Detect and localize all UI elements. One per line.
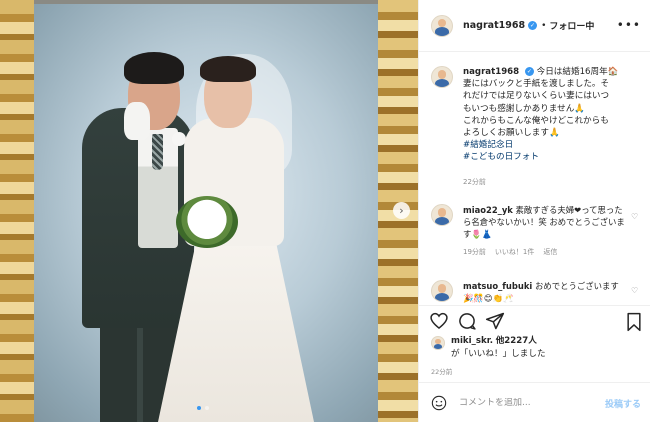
caption-line: もいつも感謝しかありません🙏 (463, 103, 585, 114)
hashtag-link[interactable]: #結婚記念日 (463, 139, 641, 151)
carousel-dot (205, 406, 209, 410)
comment-avatar[interactable] (431, 280, 453, 302)
post-header: nagrat1968 ✓ • フォロー中 ••• (419, 0, 650, 52)
share-icon[interactable] (485, 311, 505, 331)
caption-line: 今日は結婚16周年🏠 (536, 67, 619, 77)
comment-avatar[interactable] (431, 204, 453, 226)
more-options-button[interactable]: ••• (617, 18, 641, 32)
caption-line: 妻にはバックと手紙を渡しました。そ (463, 79, 610, 90)
following-button[interactable]: フォロー中 (549, 19, 594, 32)
heart-icon[interactable] (429, 311, 449, 331)
comment-time: 19分前 (463, 248, 486, 256)
comment-item: matsuo_fubuki おめでとうございます🎉🎊😊👏🥂 ♡ (431, 280, 643, 304)
follow-separator: • (541, 20, 547, 31)
comment-body: miao22_yk 素敵すぎる夫婦❤って思ったら名倉やないかい！笑 おめでとうご… (463, 204, 625, 258)
likes-label: が「いいね！」しました (451, 348, 546, 359)
comment-username[interactable]: miao22_yk (463, 205, 513, 215)
comment-input[interactable] (459, 397, 599, 408)
caption-line: これからもこんな俺やけどこれからも (463, 115, 609, 126)
reply-button[interactable]: 返信 (543, 246, 557, 258)
liker-username[interactable]: miki_skr. (451, 336, 493, 346)
groom-hair (124, 52, 184, 84)
post-caption: nagrat1968 ✓ 今日は結婚16周年🏠 妻にはバックと手紙を渡しました。… (431, 66, 641, 188)
caption-body: nagrat1968 ✓ 今日は結婚16周年🏠 妻にはバックと手紙を渡しました。… (463, 66, 641, 188)
bouquet (176, 196, 238, 248)
comment-like-heart-icon[interactable]: ♡ (631, 286, 639, 295)
comment-like-heart-icon[interactable]: ♡ (631, 212, 639, 221)
comment-username[interactable]: matsuo_fubuki (463, 281, 532, 291)
avatar[interactable] (431, 14, 453, 37)
verified-badge-icon: ✓ (528, 21, 538, 30)
comment-meta: 19分前 いいね！1件 返信 (463, 246, 625, 258)
post-sidebar: nagrat1968 ✓ • フォロー中 ••• nagrat1968 ✓ 今日… (418, 0, 650, 422)
bride-hair (200, 56, 256, 82)
photo-frame-left (0, 0, 34, 422)
carousel-dots (197, 406, 209, 410)
caption-avatar[interactable] (431, 66, 453, 88)
verified-badge-icon: ✓ (524, 67, 534, 76)
emoji-icon[interactable] (431, 395, 447, 411)
groom-glove-peace-sign (124, 102, 150, 140)
comment-item: miao22_yk 素敵すぎる夫婦❤って思ったら名倉やないかい！笑 おめでとうご… (431, 204, 643, 258)
comment-input-bar: 投稿する (419, 382, 650, 422)
caption-line: れだけでは足りないくらい妻にはいつ (463, 91, 610, 102)
comment-likes-count[interactable]: いいね！1件 (495, 246, 534, 258)
caption-line: よろしくお願いします🙏 (463, 128, 560, 139)
hashtag-link[interactable]: #こどもの日フォト (463, 151, 641, 163)
caption-time: 22分前 (463, 177, 486, 186)
comment-body: matsuo_fubuki おめでとうございます🎉🎊😊👏🥂 (463, 280, 625, 304)
bookmark-icon[interactable] (625, 312, 643, 332)
post-photo[interactable]: › (0, 0, 418, 422)
next-image-button[interactable]: › (393, 202, 410, 219)
header-username[interactable]: nagrat1968 (463, 20, 525, 31)
caption-username[interactable]: nagrat1968 (463, 67, 519, 77)
likes-text: miki_skr. 他2227人 が「いいね！」しました (451, 335, 546, 360)
post-comment-button[interactable]: 投稿する (605, 397, 641, 410)
groom-tie (152, 134, 163, 170)
post-timestamp: 22分前 (431, 368, 453, 376)
comment-icon[interactable] (457, 311, 477, 331)
likes-summary: miki_skr. 他2227人 が「いいね！」しました (431, 335, 546, 360)
carousel-dot-active (197, 406, 201, 410)
likes-count[interactable]: 他2227人 (496, 336, 537, 346)
liker-avatar[interactable] (431, 336, 445, 350)
post-action-bar (419, 305, 650, 335)
